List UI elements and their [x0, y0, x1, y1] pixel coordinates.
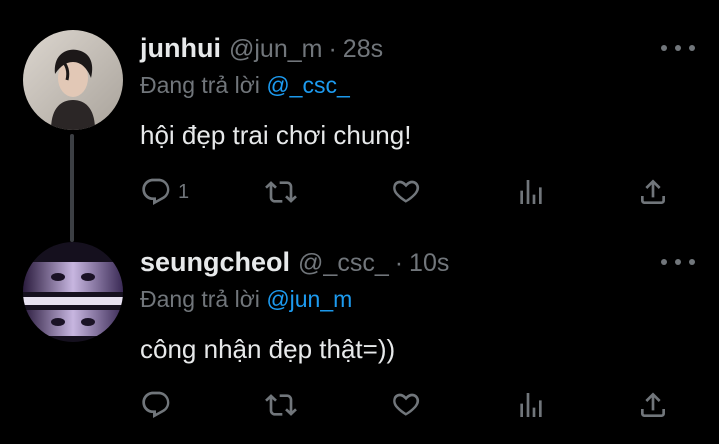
tweet-actions	[140, 385, 700, 425]
like-icon	[393, 180, 420, 203]
replying-prefix: Đang trả lời	[140, 286, 260, 312]
analytics-button[interactable]	[515, 172, 547, 212]
share-icon	[641, 179, 665, 204]
analytics-icon	[520, 393, 542, 417]
timestamp[interactable]: 10s	[409, 249, 449, 278]
like-button[interactable]	[390, 385, 422, 425]
reply-count: 1	[178, 180, 190, 203]
display-name[interactable]: seungcheol	[140, 247, 290, 278]
share-button[interactable]	[637, 172, 669, 212]
reply-icon	[142, 178, 170, 205]
like-icon	[393, 393, 420, 416]
reply-button[interactable]	[140, 385, 178, 425]
retweet-icon	[265, 181, 297, 203]
tweet-actions: 1	[140, 172, 700, 212]
tweet-text: hội đẹp trai chơi chung!	[140, 120, 412, 150]
username-handle[interactable]: @jun_m	[229, 35, 322, 64]
analytics-icon	[520, 180, 542, 204]
separator-dot: ·	[328, 35, 337, 63]
tweet[interactable]: junhui @jun_m · 28s Đang trả lời @_csc_ …	[0, 0, 719, 242]
separator-dot: ·	[394, 249, 404, 277]
reply-button[interactable]: 1	[140, 172, 189, 212]
retweet-button[interactable]	[265, 385, 297, 425]
display-name[interactable]: junhui	[140, 33, 221, 64]
timestamp[interactable]: 28s	[343, 35, 383, 64]
share-button[interactable]	[637, 385, 669, 425]
more-options-icon[interactable]	[661, 252, 695, 272]
tweet-text: công nhận đẹp thật=))	[140, 334, 396, 364]
share-icon	[641, 392, 665, 417]
avatar[interactable]	[23, 30, 123, 130]
replying-mention-link[interactable]: @jun_m	[266, 286, 352, 312]
replying-mention-link[interactable]: @_csc_	[266, 72, 349, 98]
tweet-header: junhui @jun_m · 28s	[140, 33, 719, 67]
avatar-photo-icon	[23, 242, 123, 342]
avatar-photo-icon	[23, 30, 123, 130]
analytics-button[interactable]	[515, 385, 547, 425]
more-options-icon[interactable]	[661, 38, 695, 58]
avatar[interactable]	[23, 242, 123, 342]
replying-to: Đang trả lời @_csc_	[140, 72, 350, 99]
retweet-icon	[265, 394, 297, 416]
retweet-button[interactable]	[265, 172, 297, 212]
like-button[interactable]	[390, 172, 422, 212]
username-handle[interactable]: @_csc_	[298, 249, 389, 278]
replying-prefix: Đang trả lời	[140, 72, 260, 98]
replying-to: Đang trả lời @jun_m	[140, 286, 352, 313]
tweet-header: seungcheol @_csc_ · 10s	[140, 247, 719, 281]
reply-icon	[142, 391, 170, 418]
tweet[interactable]: seungcheol @_csc_ · 10s Đang trả lời @ju…	[0, 222, 719, 444]
